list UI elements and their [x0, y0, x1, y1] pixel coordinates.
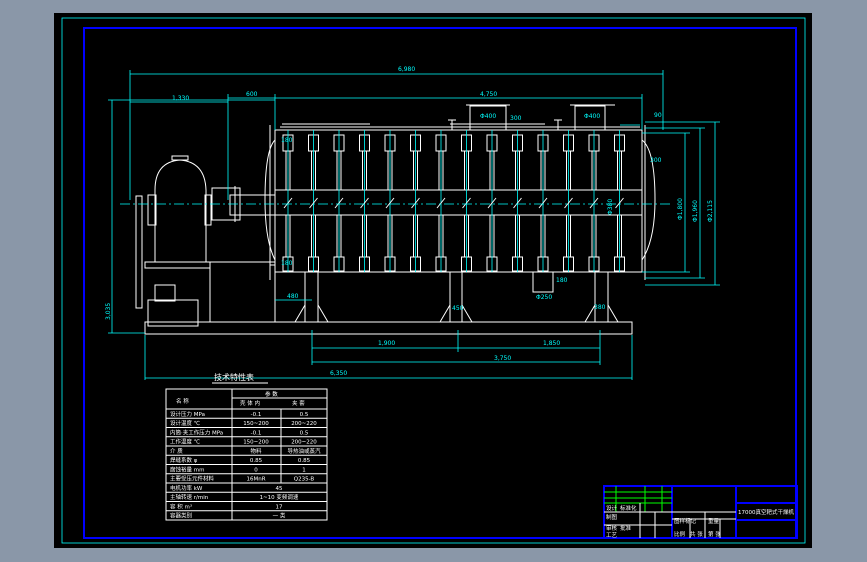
dim-span-total: 3,750 — [494, 355, 511, 362]
table-row-jacket: Q235-B — [294, 477, 315, 483]
table-row-name: 主轴转速 r/min — [170, 493, 209, 501]
tech-table-title: 技术特性表 — [214, 372, 254, 382]
table-row-name: 容器类别 — [170, 512, 192, 520]
dim-end-gap: 90 — [654, 112, 662, 119]
table-row-name: 设计压力 MPa — [170, 410, 205, 418]
table-row-name: 电机功率 kW — [170, 484, 203, 492]
table-row-jacket: 0.5 — [300, 430, 309, 436]
dim-d2: Φ1,960 — [692, 200, 699, 222]
dim-leg-offset: 480 — [287, 293, 299, 300]
dim-nozzle-b: Φ400 — [584, 113, 600, 120]
drawing-name: 17000真空耙式干燥机 — [738, 508, 794, 516]
table-row-jacket: 0.5 — [300, 412, 309, 418]
dim-leg-mid: 450 — [452, 305, 464, 312]
dim-outlet-h: 180 — [556, 277, 568, 284]
table-row-inner: 物料 — [250, 447, 262, 455]
dim-overall-length: 6,980 — [398, 66, 415, 73]
title-block-cell: 设计 — [606, 504, 618, 512]
table-row-name: 主要受压元件材料 — [170, 475, 215, 483]
table-row-inner: -0.1 — [251, 412, 262, 418]
table-row-name: 腐蚀裕量 mm — [170, 465, 204, 473]
table-row-name: 内筒·夹工作压力 MPa — [170, 428, 223, 436]
table-header-param: 参 数 — [265, 390, 278, 398]
dim-d1: Φ1,800 — [677, 198, 684, 220]
dim-span1: 1,900 — [378, 340, 395, 347]
dim-d3: Φ2,115 — [707, 200, 714, 222]
title-block-cell: 批准 — [620, 524, 632, 532]
table-row-name: 焊缝系数 φ — [170, 456, 198, 464]
table-row-jacket: 200~220 — [291, 440, 317, 446]
table-row-value: 1~10 变频调速 — [260, 493, 299, 501]
dim-end-300: 300 — [650, 157, 662, 164]
dim-paddle-bottom: 180 — [281, 260, 293, 267]
table-row-inner: 150~200 — [243, 421, 269, 427]
table-row-inner: 0.85 — [250, 458, 263, 464]
title-block-cell: 工艺 — [606, 532, 618, 539]
title-block-cell: 第 张 — [708, 530, 721, 538]
dim-coupling: 600 — [246, 91, 258, 98]
table-row-inner: 150~200 — [243, 440, 269, 446]
dim-shaft: Φ380 — [607, 199, 614, 215]
table-header-jacket: 夹 套 — [292, 399, 305, 407]
table-header-inner: 壳 体 内 — [240, 399, 260, 407]
table-header-name: 名 称 — [176, 397, 189, 405]
dim-base-length: 6,350 — [330, 370, 347, 377]
dim-paddle-top: 180 — [281, 137, 293, 144]
table-row-name: 设计温度 ℃ — [170, 419, 200, 427]
table-row-inner: 0 — [254, 467, 258, 473]
title-block-cell: 共 张 — [690, 530, 703, 538]
dim-leg-right: 380 — [594, 304, 606, 311]
title-block-cell: 重量 — [708, 517, 720, 525]
table-row-value: 45 — [276, 486, 283, 492]
dim-outlet: Φ250 — [536, 294, 552, 301]
title-block-cell: 制图 — [606, 513, 618, 521]
cad-drawing: 6,980 1,330 600 4,750 Φ400 300 Φ400 90 3… — [54, 13, 812, 548]
table-row-jacket: 1 — [302, 467, 306, 473]
dim-left-offset: 1,330 — [172, 95, 189, 102]
table-row-jacket: 200~220 — [291, 421, 317, 427]
dim-body-length: 4,750 — [480, 91, 497, 98]
dim-height: 3,035 — [105, 303, 112, 320]
dim-nozzle-a: Φ400 — [480, 113, 496, 120]
title-block-cell: 审核 — [606, 524, 618, 532]
table-row-name: 容 积 m³ — [170, 502, 192, 510]
title-block-cell: 标准化 — [620, 504, 637, 512]
table-row-name: 工作温度 ℃ — [170, 438, 200, 446]
table-row-jacket: 0.85 — [298, 458, 311, 464]
title-block-cell: 比例 — [674, 530, 686, 538]
table-row-inner: -0.1 — [251, 430, 262, 436]
dim-span2: 1,850 — [543, 340, 560, 347]
table-row-value: 一 类 — [273, 512, 286, 520]
table-row-inner: 16MnR — [246, 477, 265, 483]
table-row-jacket: 导热油或蒸汽 — [287, 447, 321, 455]
table-row-name: 介 质 — [170, 447, 183, 455]
table-row-value: 17 — [276, 504, 283, 510]
title-block-cell: 图样标记 — [674, 517, 697, 525]
dim-nozzle-a-h: 300 — [510, 115, 522, 122]
drawing-sheet — [54, 13, 812, 548]
